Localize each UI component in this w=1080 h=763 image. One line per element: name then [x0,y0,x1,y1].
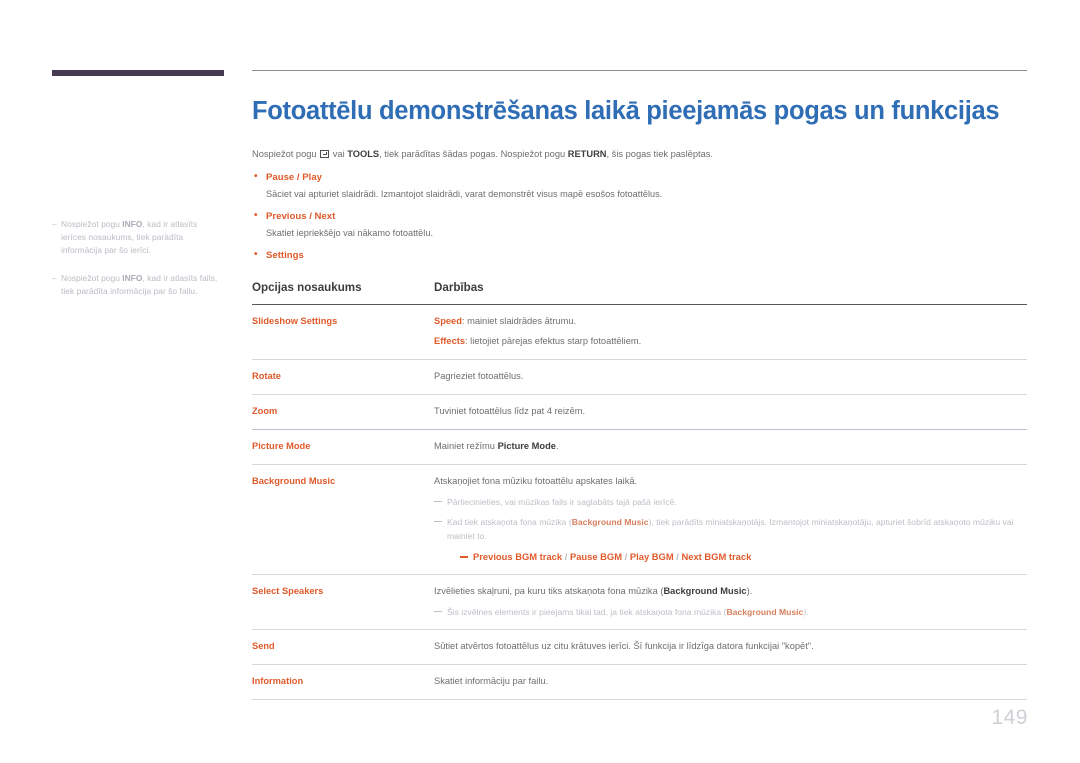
sub-note-pre: Šis izvēlnes elements ir pieejams tikai … [447,607,727,617]
option-description: Izvēlieties skaļruni, pa kuru tiks atska… [434,575,1027,630]
option-name: Background Music [252,476,336,486]
table-row: Send Sūtiet atvērtos fotoattēlus uz citu… [252,630,1027,665]
page-number: 149 [991,706,1028,729]
return-key-label: RETURN [567,149,607,159]
sidebar-note: – Nospiežot pogu INFO, kad ir atlasīts f… [52,272,224,298]
intro-paragraph: Nospiežot pogu vai TOOLS, tiek parādītas… [252,148,1027,161]
bullet-label: Previous / Next [252,209,1027,224]
sub-note-pre: Kad tiek atskaņota fona mūzika ( [447,517,572,527]
intro-text-3: , tiek parādītas šādas pogas. Nospiežot … [379,149,568,159]
main-content: Fotoattēlu demonstrēšanas laikā pieejamā… [252,96,1027,700]
inline-keyword: Background Music [663,586,747,596]
options-table: Opcijas nosaukums Darbības Slideshow Set… [252,281,1027,700]
header-accent-bar [52,70,224,76]
next-bgm-track-label: Next BGM track [681,551,752,562]
table-row: Background Music Atskaņojiet fona mūziku… [252,465,1027,575]
inline-keyword: Picture Mode [497,441,556,451]
previous-bgm-track-label: Previous BGM track [473,551,563,562]
description-text-tail: . [555,441,559,451]
pause-bgm-label: Pause BGM [569,551,623,562]
tools-key-label: TOOLS [347,149,380,159]
description-line: Tuviniet fotoattēlus līdz pat 4 reizēm. [434,406,586,416]
table-row: Select Speakers Izvēlieties skaļruni, pa… [252,575,1027,630]
separator: / [624,551,628,562]
list-item: Pause / Play Sāciet vai apturiet slaidrā… [252,170,1027,201]
table-row: Picture Mode Mainiet režīmu Picture Mode… [252,430,1027,465]
table-row: Slideshow Settings Speed: mainiet slaidr… [252,305,1027,360]
option-description: Atskaņojiet fona mūziku fotoattēlu apska… [434,465,1027,575]
enter-key-icon [320,150,330,158]
button-list: Pause / Play Sāciet vai apturiet slaidrā… [252,170,1027,263]
table-row: Rotate Pagrieziet fotoattēlus. [252,360,1027,395]
column-header-option-name: Opcijas nosaukums [252,281,362,294]
note-dash: – [52,219,57,229]
sub-note-keyword: Background Music [571,517,649,527]
note-text: Nospiežot pogu INFO, kad ir atlasīts fai… [61,272,224,298]
description-text-tail: ). [746,586,753,596]
list-item: Settings [252,248,1027,263]
table-header-row: Opcijas nosaukums Darbības [252,281,1027,305]
description-text: Mainiet režīmu [434,441,498,451]
description-line: Atskaņojiet fona mūziku fotoattēlu apska… [434,476,638,486]
description-text: : lietojiet pārejas efektus starp fotoat… [465,336,642,346]
sub-note-text: Pārliecinieties, vai mūzikas fails ir sa… [447,497,677,507]
option-name: Slideshow Settings [252,316,338,326]
play-bgm-label: Play BGM [629,551,674,562]
table-row: Zoom Tuviniet fotoattēlus līdz pat 4 rei… [252,395,1027,430]
description-line: Skatiet informāciju par failu. [434,676,549,686]
sub-note: Kad tiek atskaņota fona mūzika (Backgrou… [434,515,1027,543]
note-text-pre: Nospiežot pogu [61,272,123,283]
bgm-track-controls: Previous BGM track / Pause BGM / Play BG… [460,550,1027,564]
option-description: Tuviniet fotoattēlus līdz pat 4 reizēm. [434,395,1027,430]
option-name: Information [252,676,304,686]
option-description: Pagrieziet fotoattēlus. [434,360,1027,395]
option-description: Skatiet informāciju par failu. [434,665,1027,700]
separator: / [564,551,568,562]
sidebar-note: – Nospiežot pogu INFO, kad ir atlasīts i… [52,218,224,258]
note-dash: – [52,272,57,283]
note-text-bold: INFO [122,272,143,283]
description-line: Sūtiet atvērtos fotoattēlus uz citu krāt… [434,641,814,651]
intro-text-1: Nospiežot pogu [252,149,320,159]
sub-note-keyword: Background Music [726,607,804,617]
note-text-bold: INFO [122,219,143,229]
description-text: Izvēlieties skaļruni, pa kuru tiks atska… [434,586,664,596]
page-title: Fotoattēlu demonstrēšanas laikā pieejamā… [252,97,1000,125]
description-text: : mainiet slaidrādes ātrumu. [461,316,577,326]
bullet-description: Sāciet vai apturiet slaidrādi. Izmantojo… [266,189,663,199]
note-text: Nospiežot pogu INFO, kad ir atlasīts ier… [61,218,224,258]
option-description: Mainiet režīmu Picture Mode. [434,430,1027,465]
bullet-label: Settings [252,248,1027,263]
option-name: Send [252,641,275,651]
option-name: Zoom [252,406,278,416]
intro-text-2: vai [330,149,348,159]
sub-note: Šis izvēlnes elements ir pieejams tikai … [434,605,1027,619]
note-text-pre: Nospiežot pogu [61,219,123,229]
sub-note-post: ). [803,607,809,617]
intro-text-4: , šis pogas tiek paslēptas. [606,149,713,159]
table-row: Information Skatiet informāciju par fail… [252,665,1027,700]
option-name: Rotate [252,371,281,381]
description-line: Mainiet režīmu Picture Mode. [434,439,1027,454]
option-name: Select Speakers [252,586,324,596]
column-header-action: Darbības [434,281,484,294]
sub-note: Pārliecinieties, vai mūzikas fails ir sa… [434,495,1027,509]
inline-keyword: Effects [434,336,466,346]
description-line: Pagrieziet fotoattēlus. [434,371,524,381]
option-description: Speed: mainiet slaidrādes ātrumu. Effect… [434,305,1027,360]
description-line: Speed: mainiet slaidrādes ātrumu. [434,314,1027,329]
description-line: Effects: lietojiet pārejas efektus starp… [434,334,1027,349]
description-line: Izvēlieties skaļruni, pa kuru tiks atska… [434,584,1027,599]
option-name: Picture Mode [252,441,311,451]
sidebar-notes: – Nospiežot pogu INFO, kad ir atlasīts i… [52,218,224,312]
option-description: Sūtiet atvērtos fotoattēlus uz citu krāt… [434,630,1027,665]
list-item: Previous / Next Skatiet iepriekšējo vai … [252,209,1027,240]
header-rule [252,70,1027,71]
bullet-description: Skatiet iepriekšējo vai nākamo fotoattēl… [266,228,433,238]
inline-keyword: Speed [434,316,462,326]
separator: / [676,551,679,562]
bullet-label: Pause / Play [252,170,1027,185]
